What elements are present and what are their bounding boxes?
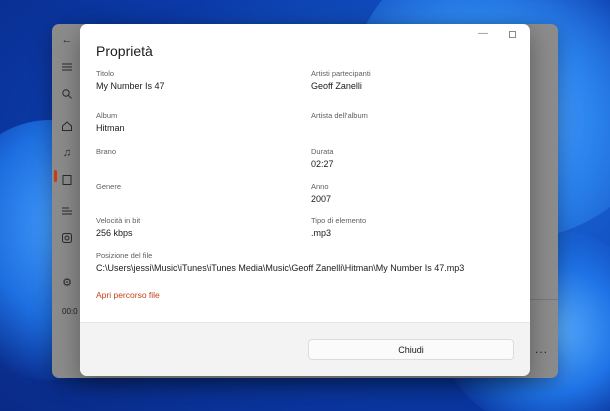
video-library-icon[interactable]	[61, 174, 73, 186]
file-path-value: C:\Users\jessi\Music\iTunes\iTunes Media…	[96, 263, 465, 273]
field-value: Hitman	[96, 123, 125, 133]
field-label: Durata	[311, 147, 334, 156]
open-file-location-link[interactable]: Apri percorso file	[96, 290, 160, 300]
settings-icon[interactable]: ⚙	[61, 277, 73, 289]
field-title: Titolo My Number Is 47	[96, 69, 165, 92]
field-value: 256 kbps	[96, 228, 133, 238]
playback-time: 00:0	[62, 307, 78, 316]
field-label: Posizione del file	[96, 251, 153, 260]
hamburger-menu-icon[interactable]	[61, 61, 73, 73]
dialog-footer: Chiudi	[80, 322, 530, 376]
field-year: Anno 2007	[311, 182, 331, 205]
dialog-title: Proprietà	[96, 43, 153, 59]
field-bitrate: Velocità in bit 256 kbps	[96, 216, 140, 239]
back-arrow-icon[interactable]: ←	[61, 34, 73, 46]
field-album-artist: Artista dell'album	[311, 111, 368, 122]
properties-dialog: — Proprietà Titolo My Number Is 47 Artis…	[80, 24, 530, 376]
field-label: Genere	[96, 182, 122, 191]
search-icon[interactable]	[61, 88, 73, 100]
field-value: My Number Is 47	[96, 81, 165, 91]
minimize-icon[interactable]: —	[478, 28, 488, 39]
field-label: Titolo	[96, 69, 115, 78]
close-button[interactable]: Chiudi	[308, 339, 514, 360]
more-options-button[interactable]: ...	[535, 342, 548, 356]
maximize-icon[interactable]	[509, 31, 516, 38]
field-track: Brano	[96, 147, 116, 158]
field-value: .mp3	[311, 228, 332, 238]
field-label: Velocità in bit	[96, 216, 141, 225]
field-label: Artisti partecipanti	[311, 69, 371, 78]
field-label: Album	[96, 111, 118, 120]
field-label: Anno	[311, 182, 329, 191]
selected-indicator	[54, 170, 57, 182]
field-label: Artista dell'album	[311, 111, 368, 120]
field-value: 2007	[311, 194, 332, 204]
field-item-type: Tipo di elemento .mp3	[311, 216, 366, 239]
field-label: Brano	[96, 147, 117, 156]
music-library-icon[interactable]: ♫	[61, 147, 73, 159]
field-file-location: Posizione del file C:\Users\jessi\Music\…	[96, 251, 464, 274]
field-album: Album Hitman	[96, 111, 125, 134]
field-duration: Durata 02:27	[311, 147, 334, 170]
play-queue-icon[interactable]	[61, 232, 73, 244]
field-contributing-artists: Artisti partecipanti Geoff Zanelli	[311, 69, 371, 92]
field-value: 02:27	[311, 159, 334, 169]
home-icon[interactable]	[61, 120, 73, 132]
field-genre: Genere	[96, 182, 121, 193]
nav-rail: ← ♫ ⚙	[52, 24, 82, 378]
playlist-icon[interactable]	[61, 205, 73, 217]
field-value: Geoff Zanelli	[311, 81, 362, 91]
field-label: Tipo di elemento	[311, 216, 367, 225]
